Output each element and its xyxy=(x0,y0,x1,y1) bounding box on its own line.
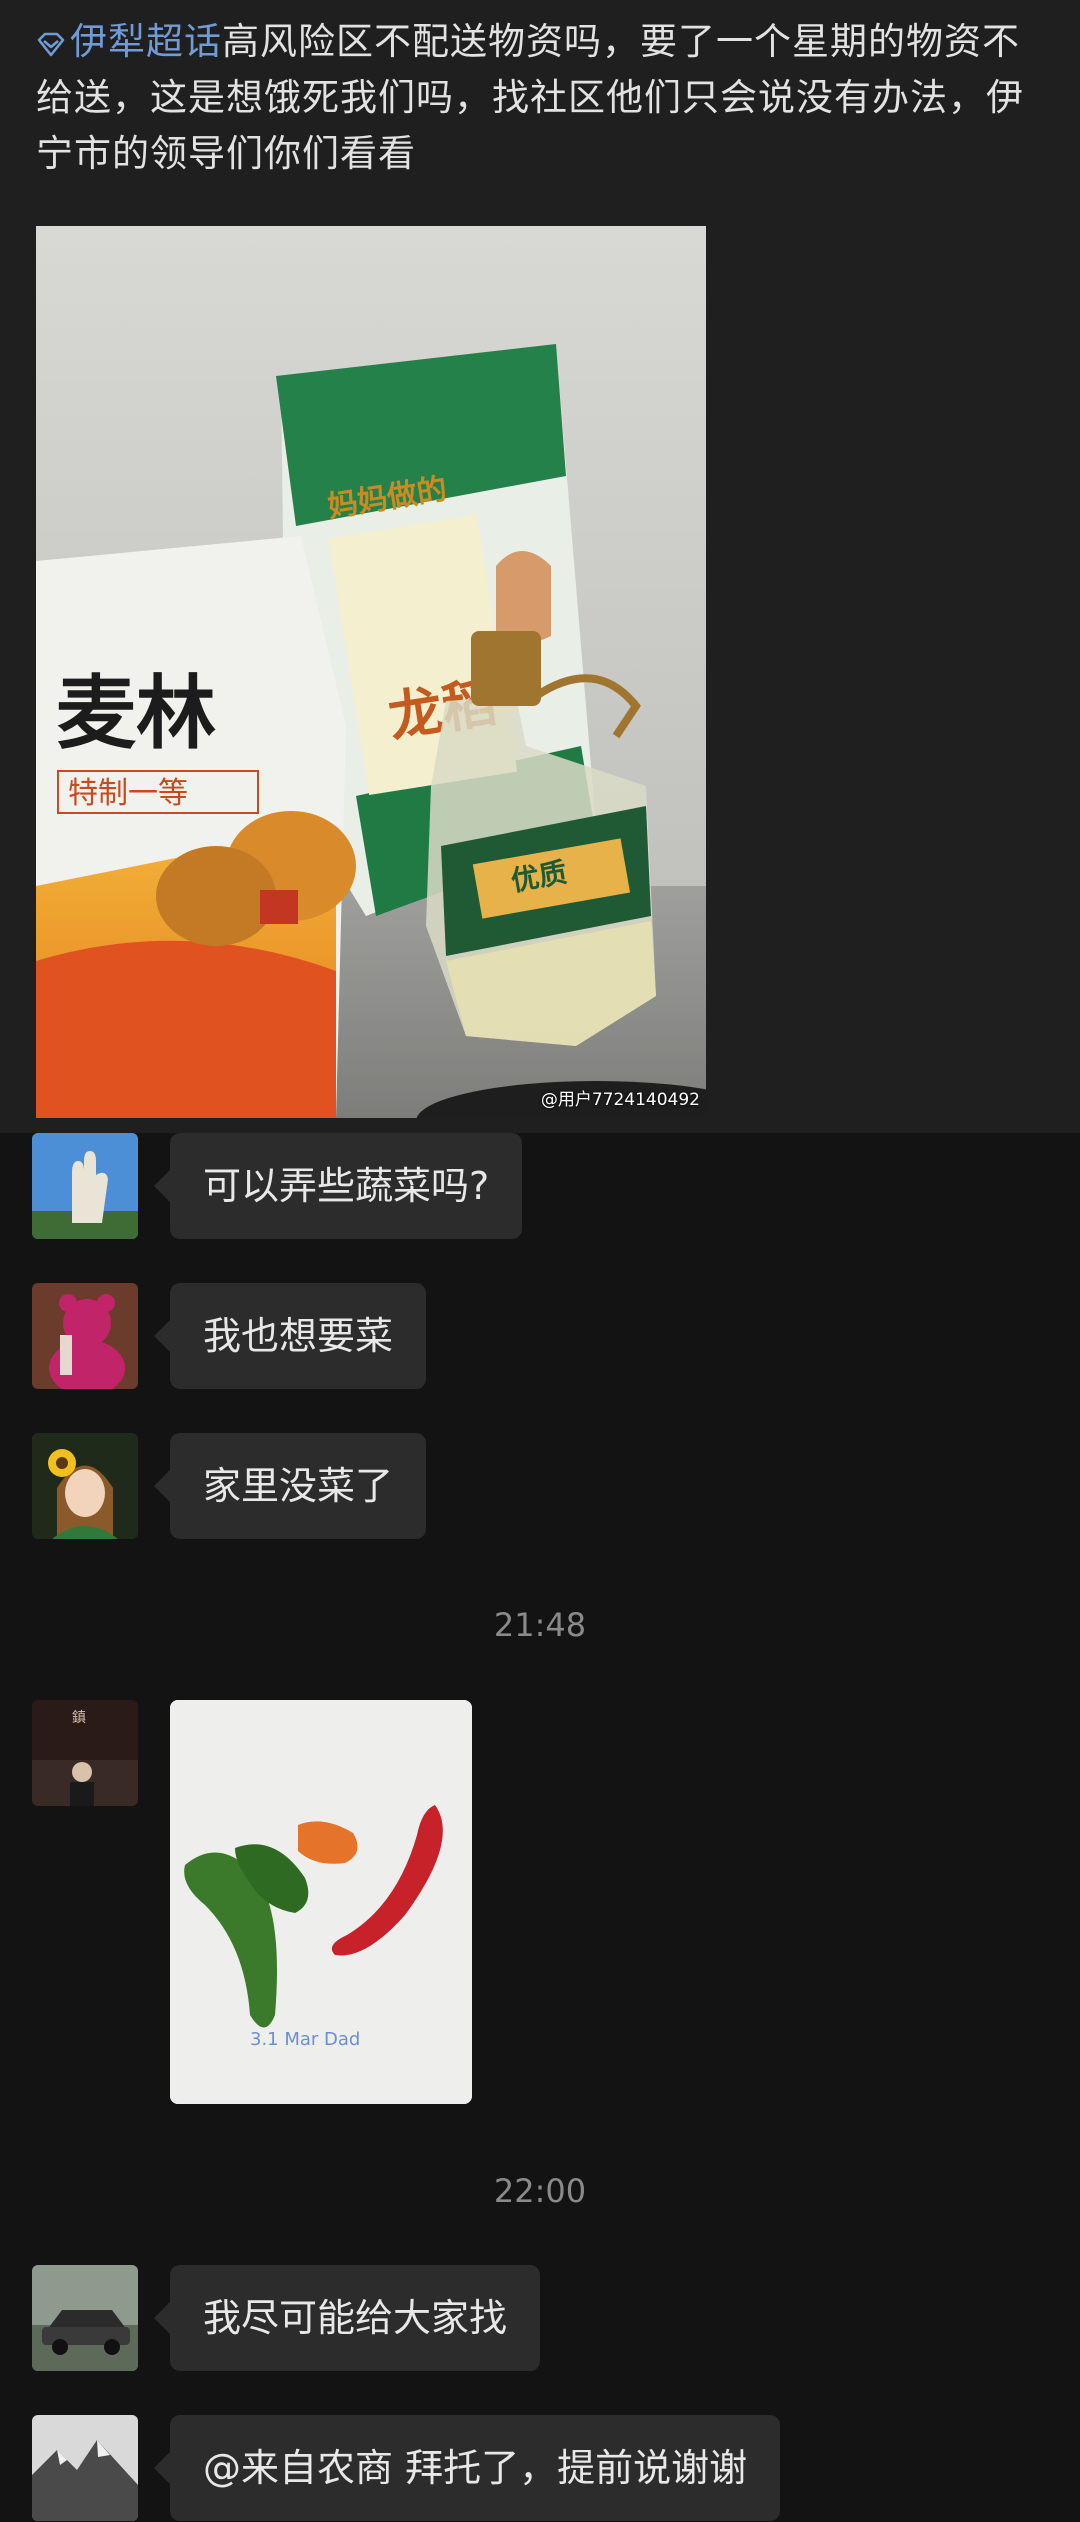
flour-bag: 麦林 特制一等 xyxy=(36,536,356,1118)
super-topic-icon xyxy=(37,32,65,57)
photo-caption: 3.1 Mar Dad xyxy=(250,2029,360,2050)
flour-sub-text: 特制一等 xyxy=(68,776,188,811)
mountain-avatar[interactable] xyxy=(32,2415,138,2521)
vegetables-photo[interactable]: 3.1 Mar Dad xyxy=(170,1700,472,2104)
pink-bear-avatar[interactable] xyxy=(32,1283,138,1389)
image-watermark: @用户7724140492 xyxy=(540,1090,700,1110)
sunflower-girl-avatar[interactable] xyxy=(32,1433,138,1539)
timestamp: 22:00 xyxy=(493,2172,587,2210)
dark-room-avatar[interactable]: 鎮 xyxy=(32,1700,138,1806)
hand-statue-avatar[interactable] xyxy=(32,1133,138,1239)
post-photo[interactable]: 妈妈做的 龙稻 麦林 特制一等 优质 @用户7724140492 xyxy=(36,226,706,1118)
car-avatar[interactable] xyxy=(32,2265,138,2371)
message-bubble: 我也想要菜 xyxy=(153,1283,427,1389)
svg-text:鎮: 鎮 xyxy=(72,1710,86,1726)
topic-name: 伊犁超话 xyxy=(70,20,222,63)
timestamp: 21:48 xyxy=(493,1606,587,1644)
post-text: 伊犁超话高风险区不配送物资吗，要了一个星期的物资不给送，这是想饿死我们吗，找社区… xyxy=(36,14,1046,182)
message-bubble: 可以弄些蔬菜吗? xyxy=(153,1133,523,1239)
message-bubble: @来自农商 拜托了，提前说谢谢 xyxy=(153,2415,781,2521)
message-bubble: 我尽可能给大家找 xyxy=(153,2265,541,2371)
flour-brand-text: 麦林 xyxy=(56,666,216,760)
weibo-post: 伊犁超话高风险区不配送物资吗，要了一个星期的物资不给送，这是想饿死我们吗，找社区… xyxy=(0,0,1080,1133)
topic-link[interactable]: 伊犁超话 xyxy=(36,20,222,63)
supplies-photo: 妈妈做的 龙稻 麦林 特制一等 优质 xyxy=(36,226,706,1118)
message-bubble: 家里没菜了 xyxy=(153,1433,427,1539)
